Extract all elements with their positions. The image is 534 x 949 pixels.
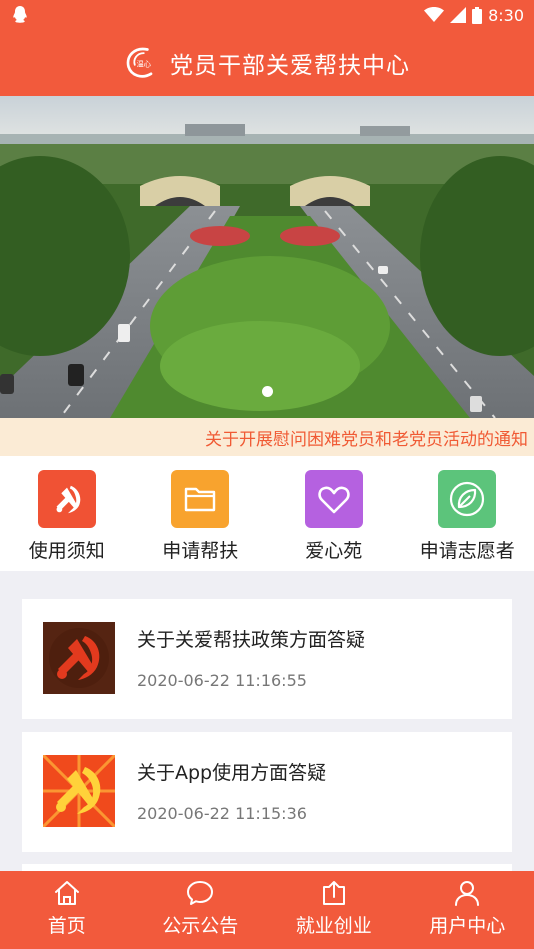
leaf-icon (438, 470, 497, 528)
battery-icon (472, 6, 483, 24)
svg-text:温心: 温心 (137, 60, 151, 69)
menu-label: 使用须知 (28, 540, 105, 562)
user-icon (455, 881, 480, 906)
qq-icon (13, 6, 27, 23)
article-card[interactable]: 关于App使用方面答疑 2020-06-22 11:15:36 (22, 732, 512, 852)
title-bar: 温心 党员干部关爱帮扶中心 (0, 30, 534, 96)
carousel-dots (0, 386, 534, 397)
quick-menu: 使用须知 申请帮扶 爱心苑 申请志愿者 (0, 456, 534, 571)
menu-item-apply-volunteer[interactable]: 申请志愿者 (401, 456, 534, 571)
article-title: 关于App使用方面答疑 (137, 762, 327, 784)
tab-user-center[interactable]: 用户中心 (401, 871, 534, 949)
wifi-icon (424, 7, 445, 22)
menu-item-love-garden[interactable]: 爱心苑 (267, 456, 401, 571)
article-thumbnail (43, 622, 115, 694)
tab-employment[interactable]: 就业创业 (267, 871, 401, 949)
tab-announcements[interactable]: 公示公告 (134, 871, 268, 949)
tab-label: 用户中心 (429, 915, 506, 937)
status-bar: 8:30 (0, 0, 534, 30)
article-thumbnail (43, 755, 115, 827)
article-time: 2020-06-22 11:16:55 (137, 671, 307, 690)
page-title: 党员干部关爱帮扶中心 (170, 53, 410, 79)
chat-bubble-icon (187, 881, 214, 905)
folder-icon (171, 470, 230, 528)
tab-label: 公示公告 (162, 915, 239, 937)
menu-label: 申请帮扶 (162, 540, 239, 562)
tab-label: 就业创业 (295, 915, 372, 937)
article-time: 2020-06-22 11:15:36 (137, 804, 307, 823)
notice-marquee[interactable]: 关于开展慰问困难党员和老党员活动的通知 (0, 418, 534, 456)
bottom-tab-bar: 首页 公示公告 就业创业 用户中心 (0, 871, 534, 949)
clock: 8:30 (488, 5, 524, 25)
upload-icon (322, 881, 345, 905)
menu-item-usage-notice[interactable]: 使用须知 (0, 456, 134, 571)
tab-home[interactable]: 首页 (0, 871, 134, 949)
party-emblem-icon (37, 470, 96, 528)
article-title: 关于关爱帮扶政策方面答疑 (137, 629, 366, 651)
menu-label: 爱心苑 (305, 540, 363, 562)
tab-label: 首页 (47, 915, 86, 937)
banner-image (0, 96, 534, 418)
app-logo: 温心 (126, 47, 153, 78)
heart-icon (304, 470, 363, 528)
notice-text: 关于开展慰问困难党员和老党员活动的通知 (205, 429, 528, 450)
article-card[interactable]: 关于关爱帮扶政策方面答疑 2020-06-22 11:16:55 (22, 599, 512, 719)
home-icon (54, 881, 79, 905)
menu-item-apply-assist[interactable]: 申请帮扶 (134, 456, 268, 571)
signal-icon (450, 7, 467, 23)
banner-carousel[interactable] (0, 96, 534, 418)
menu-label: 申请志愿者 (419, 540, 515, 562)
carousel-dot-active[interactable] (261, 386, 273, 397)
